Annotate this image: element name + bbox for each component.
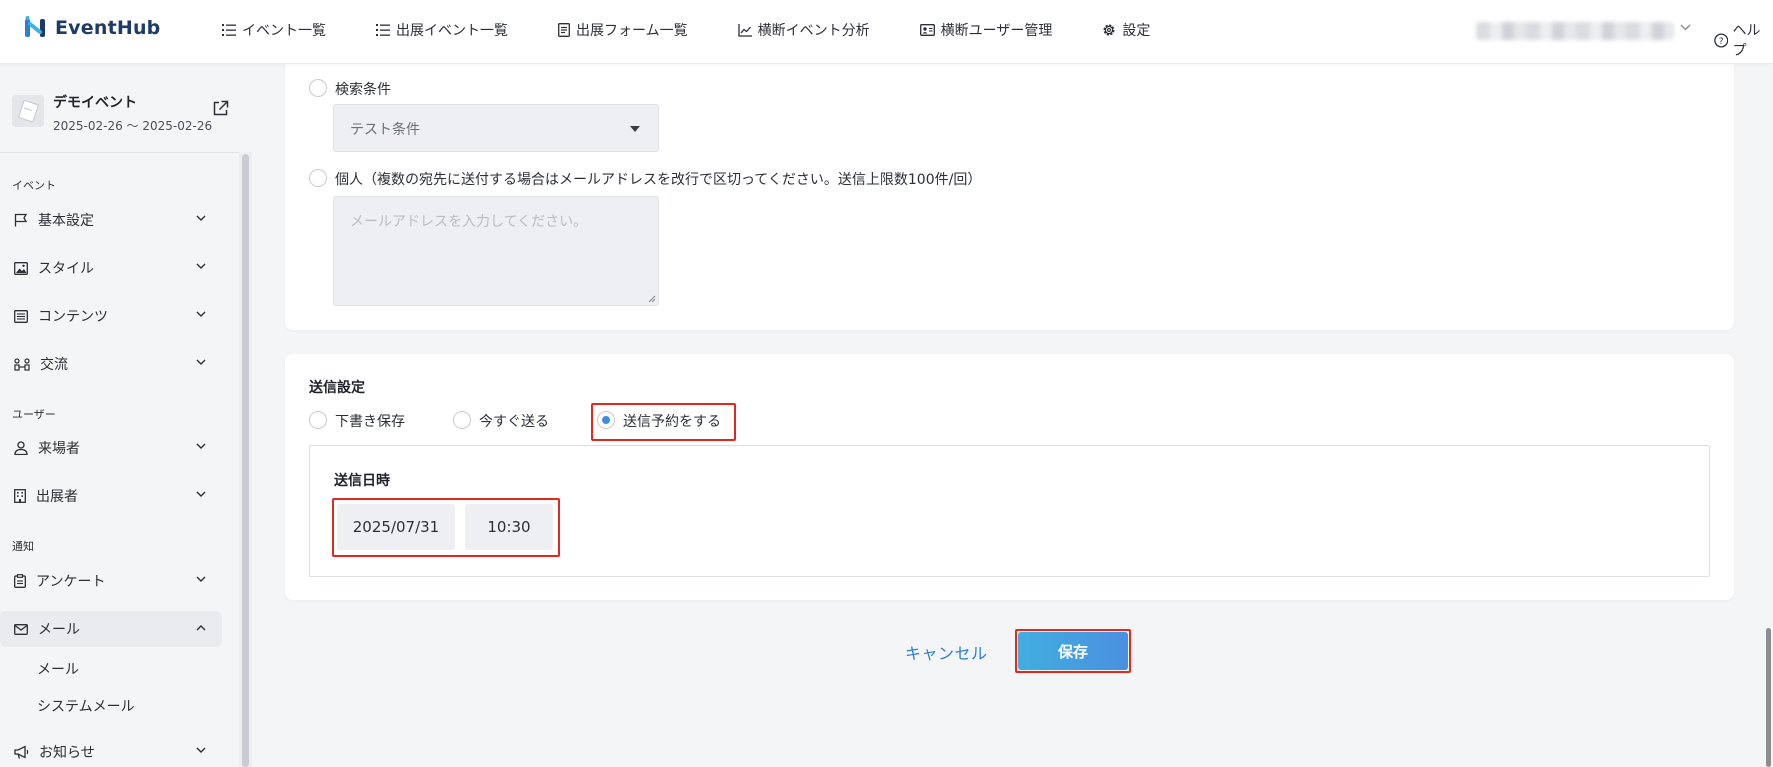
sidebar-item-visitors[interactable]: 来場者 [0, 430, 222, 466]
clipboard-icon [14, 574, 26, 588]
network-icon [14, 358, 30, 371]
radio-send-now-label: 今すぐ送る [479, 414, 549, 430]
list-icon [222, 24, 236, 36]
email-placeholder: メールアドレスを入力してください。 [350, 214, 588, 230]
highlight-box [1015, 629, 1131, 673]
help-link[interactable]: ? ヘルプ [1714, 20, 1773, 60]
logo-text: EventHub [55, 17, 161, 39]
event-name: デモイベント [53, 95, 137, 111]
chevron-down-icon [196, 491, 206, 497]
section-user: ユーザー [12, 408, 56, 421]
main-nav: イベント一覧 出展イベント一覧 出展フォーム一覧 横断イベント分析 横断ユーザー… [222, 0, 1200, 60]
user-account-name[interactable] [1476, 22, 1674, 40]
megaphone-icon [14, 745, 29, 759]
radio-send-now[interactable] [453, 411, 471, 429]
gear-icon [1103, 24, 1115, 36]
nav-label: 横断ユーザー管理 [940, 23, 1053, 39]
chevron-down-icon [196, 747, 206, 753]
sidebar-item-networking[interactable]: 交流 [0, 346, 222, 382]
radio-individual[interactable] [309, 169, 327, 187]
sidebar-item-label: お知らせ [39, 745, 95, 761]
sidebar-scrollbar[interactable] [242, 154, 249, 767]
logo-icon [25, 16, 45, 37]
sidebar-item-news[interactable]: お知らせ [0, 734, 222, 767]
list-icon [376, 24, 390, 36]
page-scrollbar[interactable] [1766, 628, 1771, 767]
chevron-down-icon [196, 263, 206, 269]
chevron-down-icon [196, 576, 206, 582]
nav-event-list[interactable]: イベント一覧 [222, 20, 326, 40]
sidebar-subitem-system-mail[interactable]: システムメール [37, 696, 135, 716]
nav-cross-user-management[interactable]: 横断ユーザー管理 [919, 20, 1053, 40]
nav-label: 出展フォーム一覧 [576, 23, 688, 39]
chart-icon [737, 23, 752, 37]
top-navigation-bar: EventHub イベント一覧 出展イベント一覧 出展フォーム一覧 横断イベント… [0, 0, 1773, 64]
person-icon [14, 441, 28, 455]
radio-individual-label: 個人（複数の宛先に送付する場合はメールアドレスを改行で区切ってください。送信上限… [335, 172, 982, 188]
sidebar-item-label: コンテンツ [38, 309, 108, 325]
flag-icon [14, 213, 28, 227]
nav-exhibit-event-list[interactable]: 出展イベント一覧 [376, 20, 508, 40]
chevron-down-icon [196, 311, 206, 317]
nav-cross-event-analysis[interactable]: 横断イベント分析 [737, 20, 870, 40]
chevron-down-icon [196, 443, 206, 449]
list-box-icon [14, 309, 28, 323]
sidebar-item-survey[interactable]: アンケート [0, 563, 222, 599]
radio-search-condition-label: 検索条件 [335, 82, 391, 98]
nav-label: 出展イベント一覧 [396, 23, 508, 39]
send-datetime-label: 送信日時 [334, 473, 390, 489]
help-label: ヘルプ [1732, 23, 1761, 59]
cancel-button[interactable]: キャンセル [905, 640, 988, 664]
help-icon: ? [1714, 33, 1729, 47]
sidebar-item-basic-settings[interactable]: 基本設定 [0, 202, 222, 238]
sidebar-item-label: スタイル [38, 261, 94, 277]
logo[interactable]: EventHub [23, 15, 161, 41]
highlight-box [591, 403, 736, 441]
event-thumbnail [12, 95, 44, 127]
chevron-down-icon [196, 359, 206, 365]
image-icon [14, 261, 28, 275]
form-icon [558, 23, 570, 37]
search-condition-select[interactable]: テスト条件 [333, 104, 659, 152]
current-event: デモイベント 2025-02-26 ～ 2025-02-26 [12, 92, 212, 134]
resize-handle-icon[interactable] [648, 295, 656, 303]
section-event: イベント [12, 179, 56, 192]
sidebar: デモイベント 2025-02-26 ～ 2025-02-26 イベント 基本設定… [0, 64, 252, 767]
divider [0, 152, 252, 153]
sidebar-item-label: 来場者 [38, 441, 80, 457]
building-icon [14, 489, 26, 503]
sidebar-item-label: アンケート [36, 574, 106, 590]
id-card-icon [919, 24, 935, 36]
sidebar-item-contents[interactable]: コンテンツ [0, 298, 222, 334]
radio-search-condition[interactable] [309, 79, 327, 97]
radio-save-draft-label: 下書き保存 [335, 414, 405, 430]
nav-exhibit-form-list[interactable]: 出展フォーム一覧 [558, 20, 688, 40]
chevron-up-icon [196, 625, 206, 631]
sidebar-subitem-mail[interactable]: メール [37, 659, 79, 679]
nav-label: 横断イベント分析 [757, 23, 870, 39]
sidebar-item-label: メール [38, 622, 80, 638]
event-dates: 2025-02-26 ～ 2025-02-26 [53, 119, 213, 133]
radio-save-draft[interactable] [309, 411, 327, 429]
caret-down-icon [630, 126, 640, 132]
chevron-down-icon[interactable] [1680, 24, 1691, 31]
nav-label: イベント一覧 [242, 23, 326, 39]
sidebar-item-exhibitors[interactable]: 出展者 [0, 478, 222, 514]
nav-label: 設定 [1122, 23, 1151, 39]
email-addresses-textarea[interactable]: メールアドレスを入力してください。 [333, 196, 659, 306]
nav-settings[interactable]: 設定 [1102, 20, 1150, 40]
sidebar-item-label: 交流 [40, 357, 68, 373]
sidebar-item-mail[interactable]: メール [0, 611, 222, 647]
sidebar-item-label: 基本設定 [38, 213, 94, 229]
sidebar-item-style[interactable]: スタイル [0, 250, 222, 286]
mail-icon [14, 623, 28, 635]
external-link-icon[interactable] [212, 100, 229, 117]
chevron-down-icon [196, 215, 206, 221]
search-condition-value: テスト条件 [350, 122, 420, 138]
highlight-box [332, 498, 560, 557]
section-notice: 通知 [12, 540, 34, 553]
send-settings-title: 送信設定 [309, 380, 365, 396]
sidebar-item-label: 出展者 [36, 489, 78, 505]
svg-text:?: ? [1719, 36, 1724, 46]
